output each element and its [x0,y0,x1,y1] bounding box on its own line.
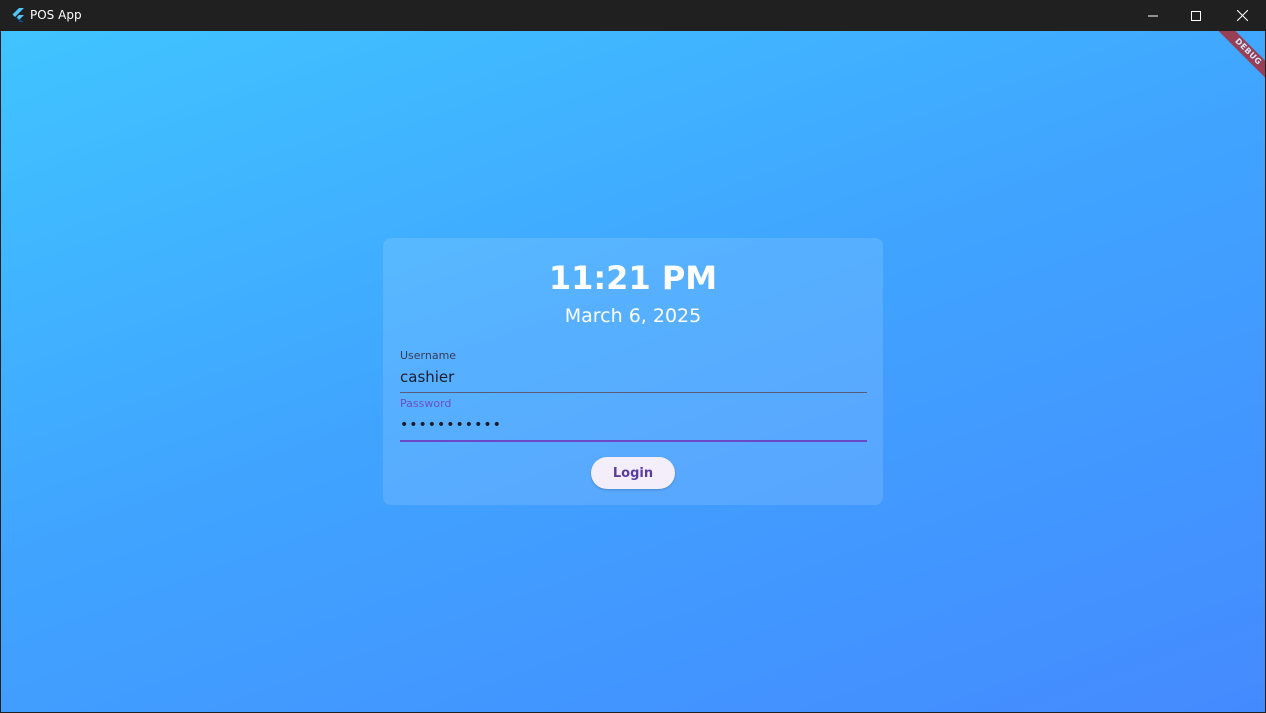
close-button[interactable] [1219,0,1265,31]
password-field[interactable]: Password ••••••••••• [400,396,867,442]
app-window: POS App DEBUG 11:21 PM March 6, 2025 Use… [0,0,1266,713]
login-button[interactable]: Login [591,457,675,489]
current-date: March 6, 2025 [564,305,702,327]
debug-banner: DEBUG [1195,31,1265,101]
password-input[interactable]: ••••••••••• [400,415,502,435]
debug-banner-label: DEBUG [1211,31,1265,89]
username-field[interactable]: Username cashier [400,348,867,394]
minimize-button[interactable] [1130,0,1176,31]
username-input[interactable]: cashier [400,367,454,387]
close-icon [1236,6,1248,25]
password-underline [400,440,867,442]
flutter-logo-icon [10,7,26,23]
minimize-icon [1148,6,1158,25]
title-bar[interactable]: POS App [0,0,1266,31]
username-underline [400,392,867,393]
login-card: 11:21 PM March 6, 2025 Username cashier … [383,238,883,505]
password-label: Password [400,397,452,410]
username-label: Username [400,349,457,362]
maximize-button[interactable] [1173,0,1219,31]
window-title: POS App [30,8,82,22]
maximize-icon [1191,6,1201,25]
current-time: 11:21 PM [548,259,718,297]
login-screen: DEBUG 11:21 PM March 6, 2025 Username ca… [1,31,1265,712]
